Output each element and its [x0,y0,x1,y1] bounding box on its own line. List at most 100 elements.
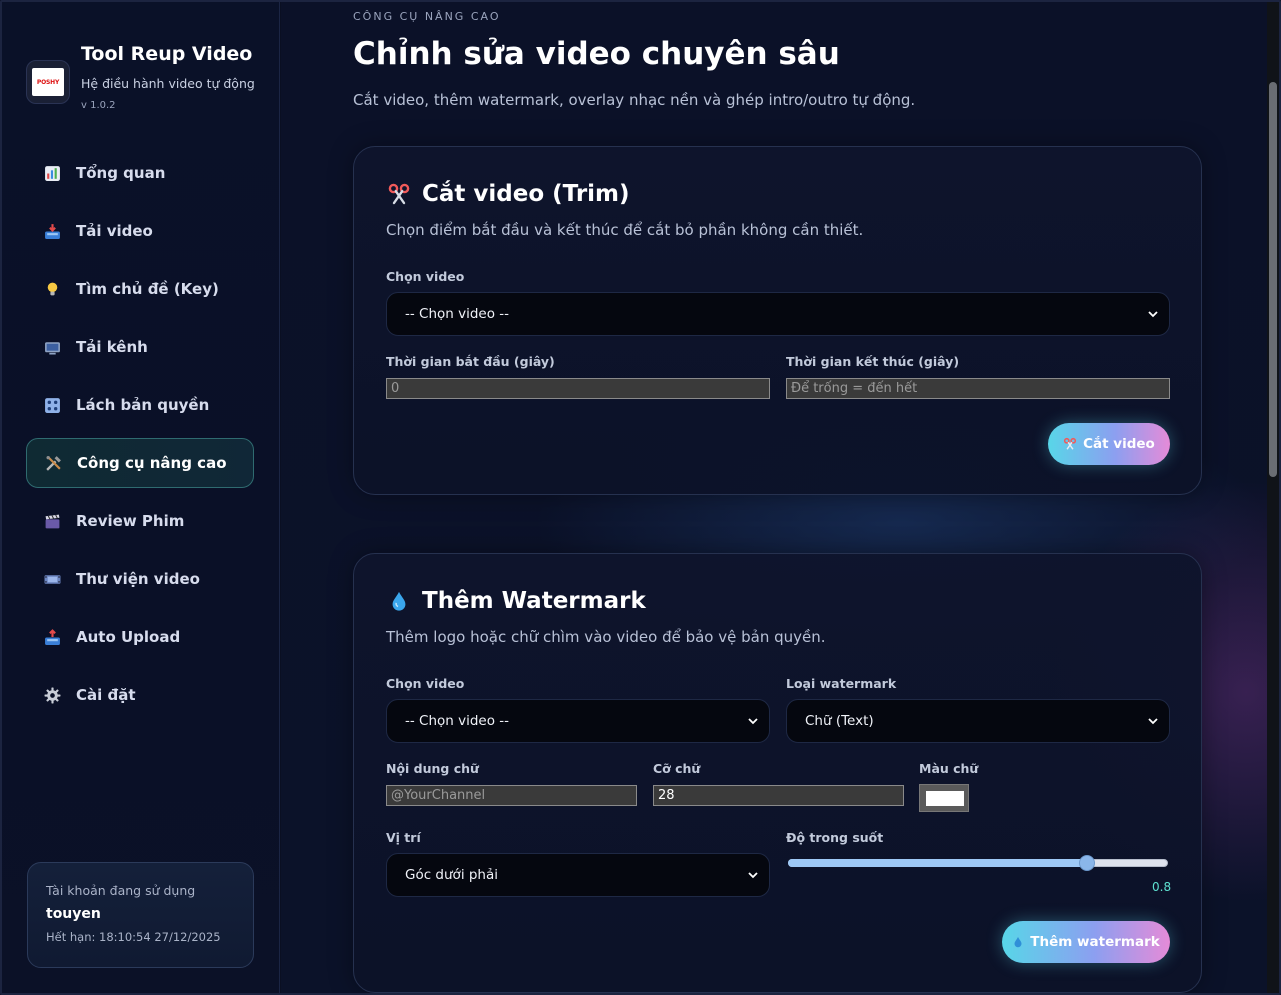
trim-end-input[interactable]: Để trống = đến hết [786,378,1170,399]
chevron-down-icon [748,872,758,879]
sidebar-item-label: Tải video [76,222,153,240]
account-expiry: Hết hạn: 18:10:54 27/12/2025 [46,930,221,944]
page-description: Cắt video, thêm watermark, overlay nhạc … [353,91,916,109]
droplet-icon [386,588,412,614]
wm-color-picker[interactable] [919,784,969,812]
sidebar-item-tai-kenh[interactable]: Tải kênh [26,322,254,372]
outbox-tray-icon [42,627,62,647]
trim-card-title: Cắt video (Trim) [386,181,630,207]
sidebar-item-label: Review Phim [76,512,185,530]
trim-video-label: Chọn video [386,269,465,284]
chevron-down-icon [748,718,758,725]
trim-start-placeholder: 0 [391,381,400,396]
watermark-card: Thêm Watermark Thêm logo hoặc chữ chìm v… [353,553,1202,993]
sidebar-item-label: Công cụ nâng cao [77,454,227,472]
sidebar-item-tai-video[interactable]: Tải video [26,206,254,256]
watermark-description: Thêm logo hoặc chữ chìm vào video để bảo… [386,628,826,646]
film-strip-icon [42,569,62,589]
brand: POSHY Tool Reup Video Hệ điều hành video… [26,40,266,120]
app-version: v 1.0.2 [81,100,116,111]
app-subtitle: Hệ điều hành video tự động [81,76,255,91]
app-logo: POSHY [26,60,70,104]
chevron-down-icon [1148,311,1158,318]
page-eyebrow: CÔNG CỤ NÂNG CAO [353,10,501,23]
main-content: CÔNG CỤ NÂNG CAO Chỉnh sửa video chuyên … [281,2,1279,993]
wm-opacity-value: 0.8 [1152,880,1172,894]
sidebar-item-tim-chu-de[interactable]: Tìm chủ đề (Key) [26,264,254,314]
wm-video-select[interactable]: -- Chọn video -- [386,699,770,743]
wm-position-label: Vị trí [386,830,421,845]
sidebar-item-cong-cu-nang-cao[interactable]: Công cụ nâng cao [26,438,254,488]
wm-opacity-slider[interactable] [788,853,1168,873]
scissors-icon [1063,437,1077,451]
sidebar-item-label: Lách bản quyền [76,396,210,414]
trim-end-label: Thời gian kết thúc (giây) [786,354,960,369]
chevron-down-icon [1148,718,1158,725]
lightbulb-icon [42,279,62,299]
account-card: Tài khoản đang sử dụng touyen Hết hạn: 1… [27,862,254,968]
account-label: Tài khoản đang sử dụng [46,883,196,898]
watermark-card-title: Thêm Watermark [386,588,646,614]
sidebar-item-review-phim[interactable]: Review Phim [26,496,254,546]
clapper-icon [42,511,62,531]
slider-fill [788,859,1088,867]
scissors-icon [386,181,412,207]
logo-text: POSHY [32,68,64,96]
page-title: Chỉnh sửa video chuyên sâu [353,36,840,72]
sidebar-item-tong-quan[interactable]: Tổng quan [26,148,254,198]
wm-type-select[interactable]: Chữ (Text) [786,699,1170,743]
watermark-title-text: Thêm Watermark [422,588,646,614]
add-watermark-button-label: Thêm watermark [1030,934,1160,950]
sidebar-item-label: Tải kênh [76,338,148,356]
wm-size-value: 28 [658,788,675,803]
trim-video-select[interactable]: -- Chọn video -- [386,292,1170,336]
wm-type-label: Loại watermark [786,676,897,691]
trim-card: Cắt video (Trim) Chọn điểm bắt đầu và kế… [353,146,1202,495]
sidebar-item-label: Cài đặt [76,686,136,704]
sidebar-item-label: Thư viện video [76,570,200,588]
wm-size-input[interactable]: 28 [653,785,904,806]
color-swatch-fill [926,791,964,806]
wm-type-select-value: Chữ (Text) [805,713,874,729]
trim-start-label: Thời gian bắt đầu (giây) [386,354,555,369]
wm-text-label: Nội dung chữ [386,761,479,776]
tv-icon [42,337,62,357]
trim-description: Chọn điểm bắt đầu và kết thúc để cắt bỏ … [386,221,864,239]
sidebar-item-cai-dat[interactable]: Cài đặt [26,670,254,720]
app-title: Tool Reup Video [81,43,253,65]
wm-text-input[interactable]: @YourChannel [386,785,637,806]
control-knobs-icon [42,395,62,415]
wm-video-label: Chọn video [386,676,465,691]
scrollbar-thumb[interactable] [1269,82,1277,477]
account-username: touyen [46,906,101,922]
bar-chart-icon [42,163,62,183]
sidebar-item-label: Tổng quan [76,164,166,182]
tools-icon [43,453,63,473]
sidebar-item-label: Auto Upload [76,628,181,646]
trim-start-input[interactable]: 0 [386,378,770,399]
slider-thumb[interactable] [1079,855,1096,871]
app-window: POSHY Tool Reup Video Hệ điều hành video… [0,0,1281,995]
sidebar: POSHY Tool Reup Video Hệ điều hành video… [2,2,280,993]
droplet-icon [1012,935,1024,949]
wm-color-label: Màu chữ [919,761,979,776]
trim-title-text: Cắt video (Trim) [422,181,630,207]
sidebar-item-thu-vien-video[interactable]: Thư viện video [26,554,254,604]
sidebar-nav: Tổng quan Tải video Tìm chủ đề (Key) Tải… [26,148,254,728]
wm-size-label: Cỡ chữ [653,761,701,776]
cut-video-button-label: Cắt video [1083,436,1155,452]
wm-position-select-value: Góc dưới phải [405,867,499,883]
trim-end-placeholder: Để trống = đến hết [791,381,918,396]
sidebar-item-lach-ban-quyen[interactable]: Lách bản quyền [26,380,254,430]
add-watermark-button[interactable]: Thêm watermark [1002,921,1170,963]
trim-video-select-value: -- Chọn video -- [405,306,510,322]
sidebar-item-label: Tìm chủ đề (Key) [76,280,219,298]
wm-opacity-label: Độ trong suốt [786,830,884,845]
wm-video-select-value: -- Chọn video -- [405,713,510,729]
cut-video-button[interactable]: Cắt video [1048,423,1170,465]
sidebar-item-auto-upload[interactable]: Auto Upload [26,612,254,662]
wm-text-placeholder: @YourChannel [391,788,486,803]
inbox-tray-icon [42,221,62,241]
wm-position-select[interactable]: Góc dưới phải [386,853,770,897]
scrollbar[interactable] [1267,2,1279,993]
